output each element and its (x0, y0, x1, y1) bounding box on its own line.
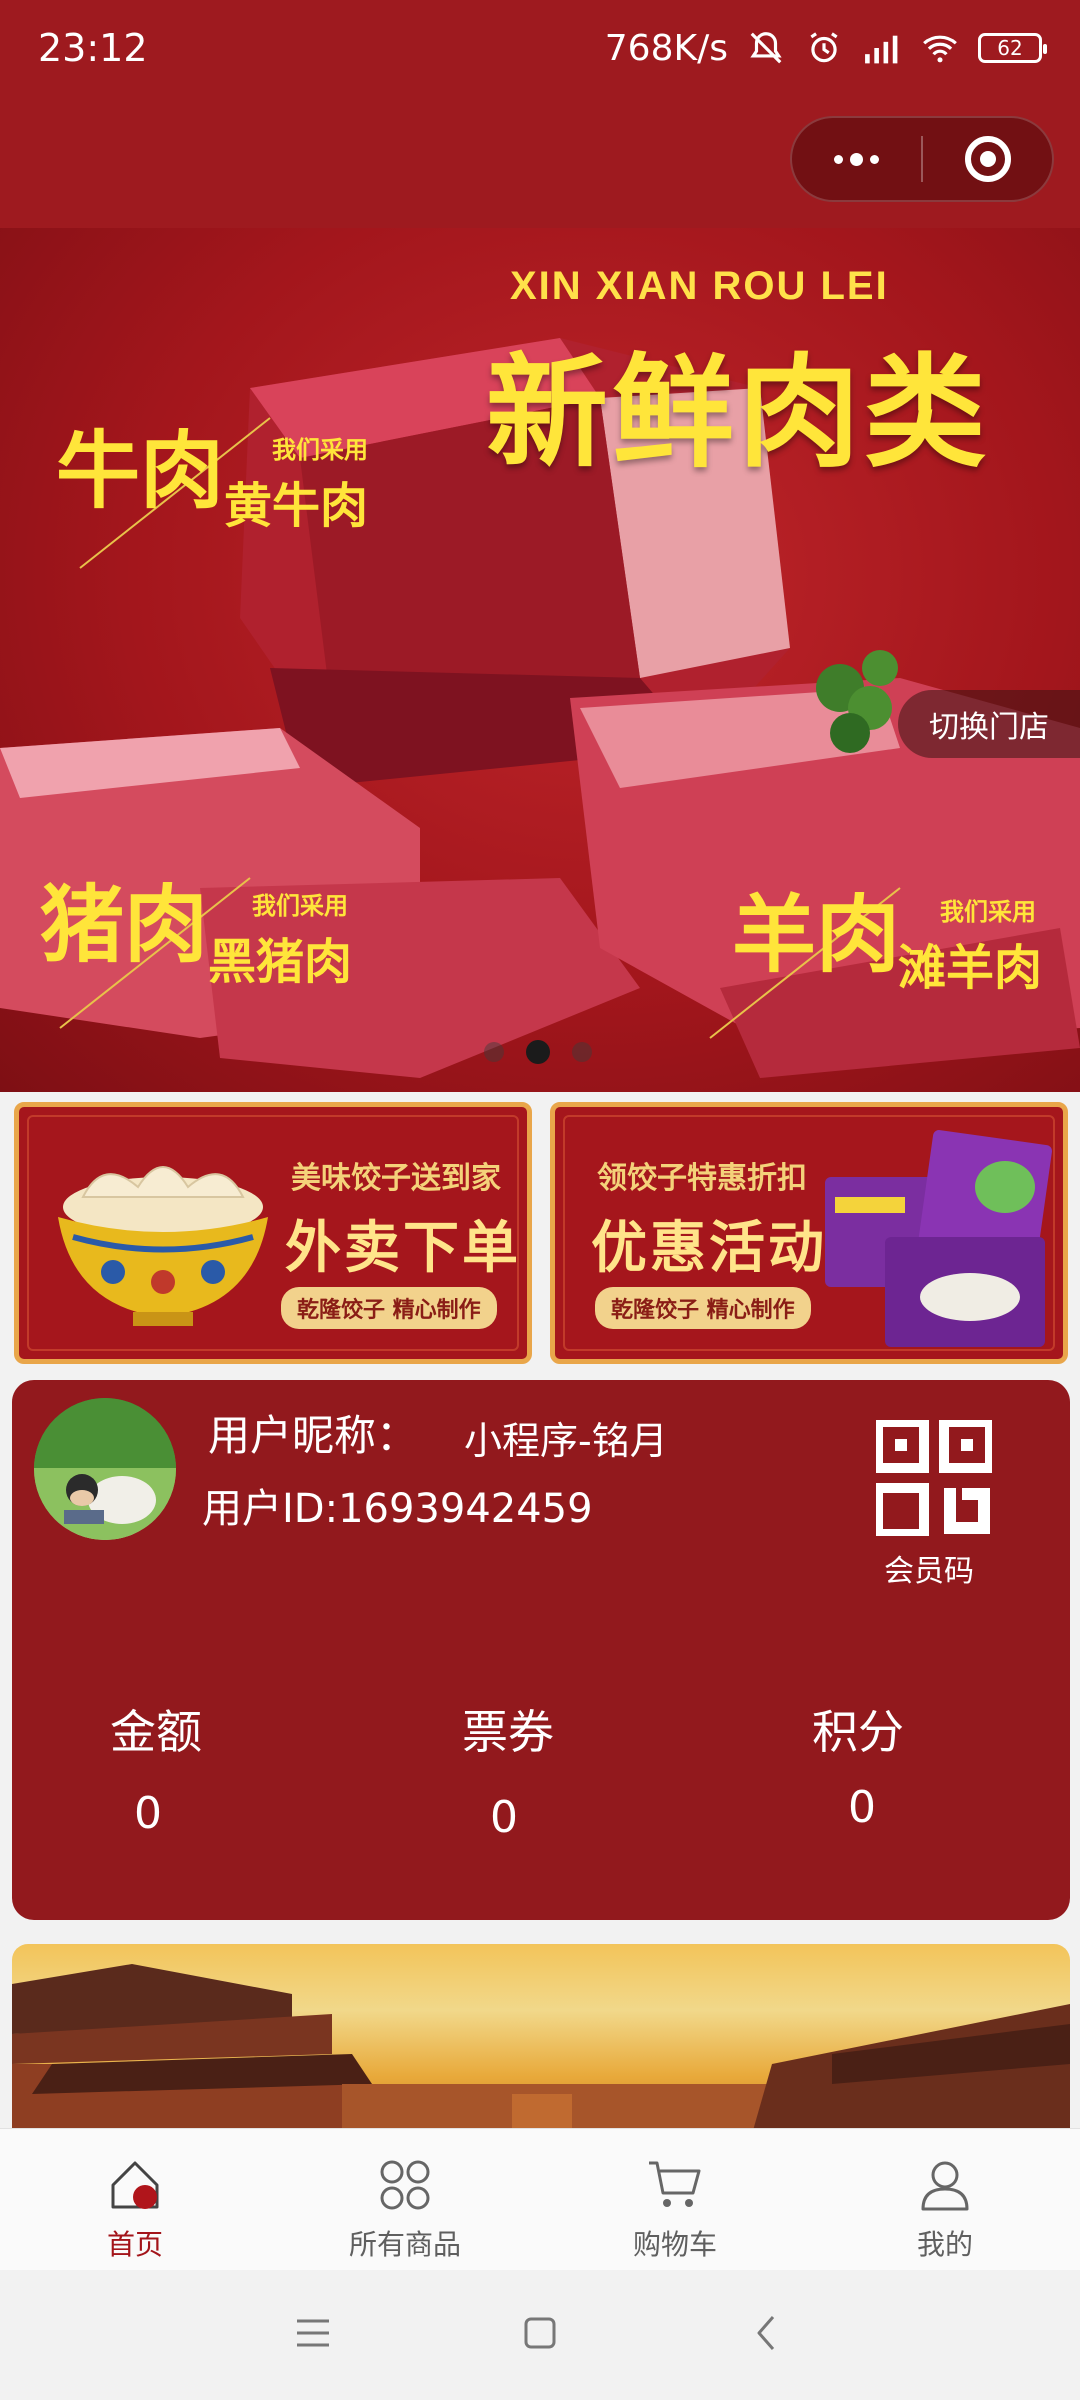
promo-heading: 外卖下单 (285, 1216, 521, 1281)
beef-title: 牛肉 (56, 422, 225, 520)
close-miniprogram-button[interactable] (923, 118, 1052, 200)
promo-title: 领饺子特惠折扣 (597, 1161, 807, 1196)
dumpling-box-image (825, 1130, 1052, 1347)
pork-title: 猪肉 (40, 876, 209, 974)
more-dots-icon (834, 152, 879, 166)
banner-pinyin: XIN XIAN ROU LEI (510, 264, 889, 308)
pork-type: 黑猪肉 (208, 934, 353, 990)
user-icon (915, 2155, 975, 2215)
promo-title: 美味饺子送到家 (291, 1161, 501, 1196)
alarm-icon (804, 28, 844, 68)
points-value[interactable]: 0 (848, 1782, 876, 1833)
tab-mine[interactable]: 我的 (810, 2129, 1080, 2270)
palace-banner[interactable] (12, 1944, 1070, 2134)
miniprogram-capsule[interactable] (790, 116, 1054, 202)
bottom-tab-bar: 首页 所有商品 购物车 我的 (0, 2128, 1080, 2270)
nickname-value: 小程序-铭月 (464, 1419, 668, 1463)
tab-home[interactable]: 首页 (0, 2129, 270, 2270)
dumpling-bowl-image (58, 1166, 268, 1326)
promo-heading: 优惠活动 (591, 1216, 827, 1281)
beef-type: 黄牛肉 (224, 478, 369, 534)
network-speed: 768K/s (604, 27, 728, 69)
pager-dot[interactable] (484, 1042, 504, 1062)
balance-value[interactable]: 0 (134, 1788, 162, 1839)
more-button[interactable] (792, 118, 921, 200)
tab-cart[interactable]: 购物车 (540, 2129, 810, 2270)
tab-label: 我的 (916, 2228, 973, 2261)
qr-code-icon[interactable] (873, 1417, 995, 1539)
lamb-subtitle: 我们采用 (940, 898, 1036, 926)
pager-dot-active[interactable] (526, 1040, 550, 1064)
tab-label: 首页 (106, 2228, 163, 2261)
status-time: 23:12 (38, 26, 148, 70)
palace-image (12, 1964, 1070, 2134)
home-icon (105, 2155, 165, 2215)
user-id: 用户ID:1693942459 (202, 1486, 593, 1532)
lamb-title: 羊肉 (732, 886, 901, 984)
points-label[interactable]: 积分 (812, 1696, 904, 1762)
discount-activity-card[interactable]: 领饺子特惠折扣 优惠活动 乾隆饺子 精心制作 (550, 1102, 1068, 1364)
tab-all-products[interactable]: 所有商品 (270, 2129, 540, 2270)
coupons-value[interactable]: 0 (490, 1792, 518, 1843)
banner-pager (484, 1040, 592, 1064)
coupons-label[interactable]: 票券 (462, 1696, 554, 1762)
home-square-icon[interactable] (518, 2311, 562, 2359)
tab-label: 所有商品 (348, 2228, 461, 2261)
battery-icon: 62 (978, 33, 1047, 63)
member-card: 用户昵称： 小程序-铭月 用户ID:1693942459 会员码 金额 0 票券… (12, 1380, 1070, 1920)
nickname-label: 用户昵称： (208, 1411, 419, 1460)
beef-subtitle: 我们采用 (272, 436, 368, 464)
grid-icon (375, 2155, 435, 2215)
pager-dot[interactable] (572, 1042, 592, 1062)
system-navigation-bar (0, 2270, 1080, 2400)
target-icon (964, 136, 1011, 182)
member-code-label[interactable]: 会员码 (884, 1546, 974, 1590)
pork-subtitle: 我们采用 (252, 892, 348, 920)
promo-tag: 乾隆饺子 精心制作 (281, 1287, 497, 1329)
back-icon[interactable] (745, 2311, 789, 2359)
wifi-icon (920, 28, 960, 68)
status-icons: 768K/s 62 (604, 27, 1047, 69)
tab-label: 购物车 (632, 2228, 717, 2261)
menu-icon[interactable] (291, 2311, 335, 2359)
balance-label[interactable]: 金额 (110, 1696, 202, 1762)
signal-icon (862, 28, 902, 68)
avatar[interactable] (34, 1398, 176, 1540)
status-bar: 23:12 768K/s 62 (0, 0, 1080, 96)
promo-tag: 乾隆饺子 精心制作 (595, 1287, 811, 1329)
mute-bell-icon (746, 28, 786, 68)
switch-store-button[interactable]: 切换门店 (898, 690, 1080, 758)
takeout-order-card[interactable]: 美味饺子送到家 外卖下单 乾隆饺子 精心制作 (14, 1102, 532, 1364)
cart-icon (645, 2155, 705, 2215)
banner-headline: 新鲜肉类 (486, 342, 990, 484)
meat-banner[interactable]: XIN XIAN ROU LEI 新鲜肉类 牛肉 我们采用 黄牛肉 猪肉 我们采… (0, 228, 1080, 1092)
lamb-type: 滩羊肉 (898, 940, 1043, 996)
